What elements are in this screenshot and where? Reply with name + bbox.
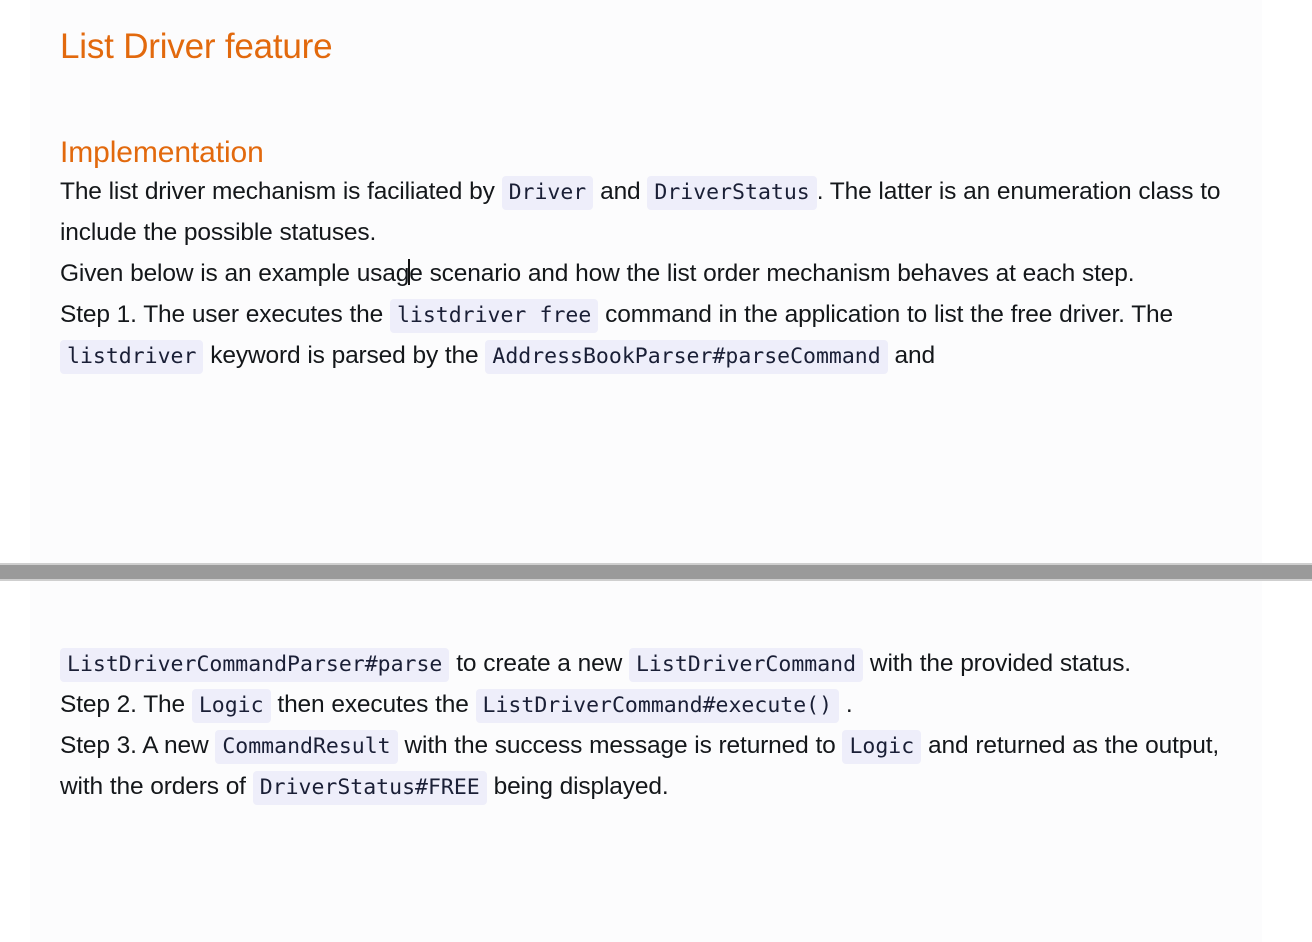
code-listdriver: listdriver	[60, 340, 204, 374]
document-viewport: List Driver feature Implementation The l…	[0, 0, 1312, 942]
page-title: List Driver feature	[60, 27, 333, 66]
code-listdrivercommand-execute: ListDriverCommand#execute()	[475, 689, 840, 723]
code-addressbookparser-parsecommand: AddressBookParser#parseCommand	[485, 340, 888, 374]
code-driver: Driver	[501, 176, 594, 210]
paragraph-step-2-text-3: .	[839, 691, 853, 718]
paragraph-step-2-text-1: Step 2. The	[60, 691, 192, 718]
code-logic-step3: Logic	[842, 730, 922, 764]
paragraph-step-3-text-1: Step 3. A new	[60, 732, 216, 759]
code-listdriver-free: listdriver free	[389, 299, 599, 333]
paragraph-step-2: Step 2. The Logic then executes the List…	[60, 684, 1232, 725]
paragraph-usage-text-2: e scenario and how the list order mechan…	[409, 260, 1135, 287]
paragraph-step-1-cont-text-2: with the provided status.	[863, 650, 1131, 677]
page-separator	[0, 563, 1312, 581]
paragraph-intro: The list driver mechanism is faciliated …	[60, 171, 1232, 253]
paragraph-step-1-cont-text-1: to create a new	[449, 650, 629, 677]
paragraph-intro-text-2: and	[593, 178, 648, 205]
paragraph-step-1-continued: ListDriverCommandParser#parse to create …	[60, 581, 1232, 684]
paragraph-step-1-text-3: keyword is parsed by the	[203, 342, 486, 369]
section-heading-implementation: Implementation	[60, 136, 264, 169]
code-listdrivercommand: ListDriverCommand	[628, 648, 864, 682]
paragraph-usage[interactable]: Given below is an example usage scenario…	[60, 253, 1232, 294]
paragraph-step-1: Step 1. The user executes the listdriver…	[60, 294, 1232, 376]
paragraph-step-3-text-4: being displayed.	[486, 773, 669, 800]
code-listdrivercommandparser-parse: ListDriverCommandParser#parse	[60, 648, 450, 682]
paragraph-step-1-text-1: Step 1. The user executes the	[60, 301, 390, 328]
paragraph-step-2-text-2: then executes the	[270, 691, 476, 718]
paragraph-step-3: Step 3. A new CommandResult with the suc…	[60, 725, 1232, 807]
code-logic-step2: Logic	[191, 689, 271, 723]
paragraph-step-1-text-2: command in the application to list the f…	[598, 301, 1173, 328]
paragraph-intro-text-1: The list driver mechanism is faciliated …	[60, 178, 502, 205]
document-page-1: List Driver feature Implementation The l…	[30, 0, 1262, 563]
code-commandresult: CommandResult	[215, 730, 398, 764]
code-driver-status: DriverStatus	[647, 176, 817, 210]
paragraph-usage-text-1: Given below is an example usag	[60, 260, 410, 287]
document-page-2: ListDriverCommandParser#parse to create …	[30, 581, 1262, 942]
paragraph-step-1-text-4: and	[887, 342, 936, 369]
code-driverstatus-free: DriverStatus#FREE	[252, 771, 487, 805]
paragraph-step-3-text-2: with the success message is returned to	[397, 732, 843, 759]
